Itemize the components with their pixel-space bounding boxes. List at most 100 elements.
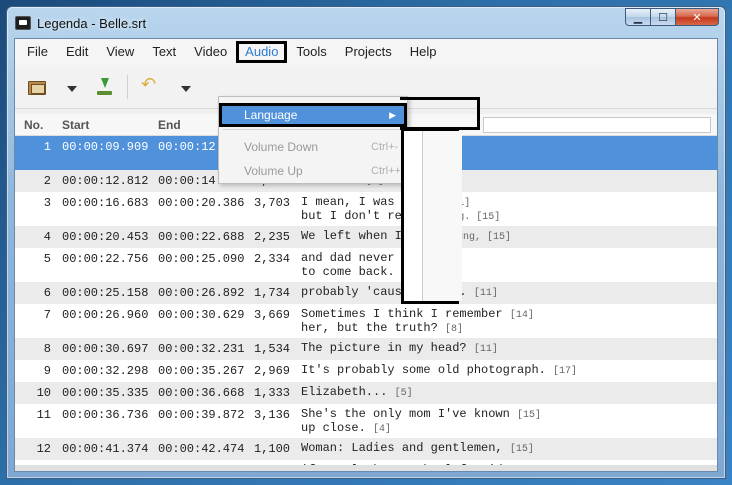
subtitle-line-1: I mean, I was b: [301, 195, 410, 209]
column-no[interactable]: No.: [24, 118, 43, 132]
menu-file[interactable]: File: [18, 41, 57, 63]
undo-dropdown-arrow-icon[interactable]: [181, 86, 191, 92]
undo-icon[interactable]: ↶: [141, 75, 161, 95]
cps-badge: [11]: [473, 344, 498, 355]
subtitle-line-1: Woman: Ladies and gentlemen,: [301, 441, 503, 455]
subtitle-line-1: The picture in my head?: [301, 341, 467, 355]
start-time: 00:00:22.756: [62, 252, 149, 266]
table-row[interactable]: 10 00:00:35.335 00:00:36.668 1,333 Elizabeth…: [15, 382, 717, 404]
table-row[interactable]: 4 00:00:20.453 00:00:22.688 2,235 We left wh…: [15, 226, 717, 248]
close-button[interactable]: ✕: [675, 8, 719, 26]
cps-badge: [17]: [553, 366, 578, 377]
duration: 1,333: [254, 386, 291, 400]
subtitle-line-1: It's probably some old photograph.: [301, 363, 546, 377]
table-row[interactable]: 11 00:00:36.736 00:00:39.872 3,136 She's the…: [15, 404, 717, 438]
volume-up-label: Volume Up: [244, 164, 303, 178]
start-time: 00:00:36.736: [62, 408, 149, 422]
duration: 3,136: [254, 408, 291, 422]
row-number: 7: [43, 308, 51, 322]
end-time: 00:00:32.231: [158, 342, 245, 356]
menu-separator: [223, 129, 401, 130]
caption-buttons: ▁ ☐ ✕: [625, 8, 719, 26]
table-row[interactable]: 8 00:00:30.697 00:00:32.231 1,534 The pictur…: [15, 338, 717, 360]
subtitle-line-1: We left when I: [301, 229, 402, 243]
duration: 2,334: [254, 252, 291, 266]
duration: 2,969: [254, 364, 291, 378]
menu-audio[interactable]: Audio: [236, 41, 288, 63]
row-number: 6: [43, 286, 51, 300]
cps-badge: [15]: [517, 410, 542, 421]
minimize-button[interactable]: ▁: [625, 8, 651, 26]
column-end[interactable]: End: [158, 118, 181, 132]
duration: 1,534: [254, 342, 291, 356]
end-time: 00:00:20.386: [158, 196, 245, 210]
subtitle-line-1: Sometimes I think I remember: [301, 307, 503, 321]
table-row[interactable]: 6 00:00:25.158 00:00:26.892 1,734 probably '…: [15, 282, 717, 304]
window-title: Legenda - Belle.srt: [37, 16, 147, 31]
menu-edit[interactable]: Edit: [57, 41, 97, 63]
cps-badge: [14]: [509, 310, 534, 321]
menu-view[interactable]: View: [97, 41, 143, 63]
subtitle-text: probably 'cause of mom. [11]: [301, 286, 498, 300]
app-icon: [15, 16, 31, 30]
subtitle-text: Sometimes I think I remember [14] her, bu…: [301, 308, 534, 336]
end-time: 00:00:26.892: [158, 286, 245, 300]
save-icon[interactable]: [95, 77, 115, 97]
menu-item-language[interactable]: Language ▶: [219, 103, 407, 127]
table-row[interactable]: 7 00:00:26.960 00:00:30.629 3,669 Sometimes …: [15, 304, 717, 338]
subtitle-text: It's probably some old photograph. [17]: [301, 364, 577, 378]
row-number: 4: [43, 230, 51, 244]
filter-input[interactable]: [483, 117, 711, 133]
start-time: 00:00:26.960: [62, 308, 149, 322]
cps-badge: [8]: [445, 324, 464, 335]
duration: 3,669: [254, 308, 291, 322]
start-time: 00:00:12.812: [62, 174, 149, 188]
table-row[interactable]: 5 00:00:22.756 00:00:25.090 2,334 and dad ne…: [15, 248, 717, 282]
duration: 2,235: [254, 230, 291, 244]
row-number: 11: [36, 408, 51, 422]
cps-badge: [11]: [473, 288, 498, 299]
title-bar[interactable]: Legenda - Belle.srt ▁ ☐ ✕: [7, 7, 725, 37]
row-number: 9: [43, 364, 51, 378]
end-time: 00:00:25.090: [158, 252, 245, 266]
table-row[interactable]: 12 00:00:41.374 00:00:42.474 1,100 Woman: La…: [15, 438, 717, 460]
language-label: Language: [244, 108, 298, 122]
row-number: 12: [36, 442, 51, 456]
cps-badge: [15]: [509, 444, 534, 455]
subtitle-text: The picture in my head? [11]: [301, 342, 498, 356]
menu-help[interactable]: Help: [401, 41, 446, 63]
subtitle-line-1: She's the only mom I've known: [301, 407, 510, 421]
submenu-panel: [422, 131, 462, 301]
open-folder-icon[interactable]: [27, 77, 47, 97]
subtitle-text: Woman: Ladies and gentlemen, [15]: [301, 442, 534, 456]
menu-projects[interactable]: Projects: [336, 41, 401, 63]
end-time: 00:00:22.688: [158, 230, 245, 244]
row-number: 2: [43, 174, 51, 188]
start-time: 00:00:32.298: [62, 364, 149, 378]
start-time: 00:00:09.909: [62, 140, 149, 154]
open-dropdown-arrow-icon[interactable]: [67, 86, 77, 92]
start-time: 00:00:35.335: [62, 386, 149, 400]
table-row[interactable]: 3 00:00:16.683 00:00:20.386 3,703 I mean, I …: [15, 192, 717, 226]
language-submenu[interactable]: [401, 128, 462, 304]
row-number: 5: [43, 252, 51, 266]
subtitle-text: Elizabeth... [5]: [301, 386, 413, 400]
end-time: 00:00:42.474: [158, 442, 245, 456]
column-start[interactable]: Start: [62, 118, 89, 132]
row-number: 8: [43, 342, 51, 356]
row-number: 1: [43, 140, 51, 154]
subtitle-line-2: to come back.: [301, 265, 395, 279]
menu-video[interactable]: Video: [185, 41, 236, 63]
menu-item-volume-up[interactable]: Volume Up Ctrl++: [219, 159, 407, 183]
table-row[interactable]: 9 00:00:32.298 00:00:35.267 2,969 It's proba…: [15, 360, 717, 382]
maximize-button[interactable]: ☐: [650, 8, 676, 26]
menu-item-volume-down[interactable]: Volume Down Ctrl+-: [219, 135, 407, 159]
menu-bar: File Edit View Text Video Audio Tools Pr…: [15, 39, 717, 65]
horizontal-scrollbar[interactable]: [15, 465, 717, 471]
menu-text[interactable]: Text: [143, 41, 185, 63]
subtitle-line-2: her, but the truth?: [301, 321, 438, 335]
menu-tools[interactable]: Tools: [287, 41, 335, 63]
start-time: 00:00:30.697: [62, 342, 149, 356]
row-number: 10: [36, 386, 51, 400]
subtitle-line-2: but I don't rem: [301, 209, 410, 223]
